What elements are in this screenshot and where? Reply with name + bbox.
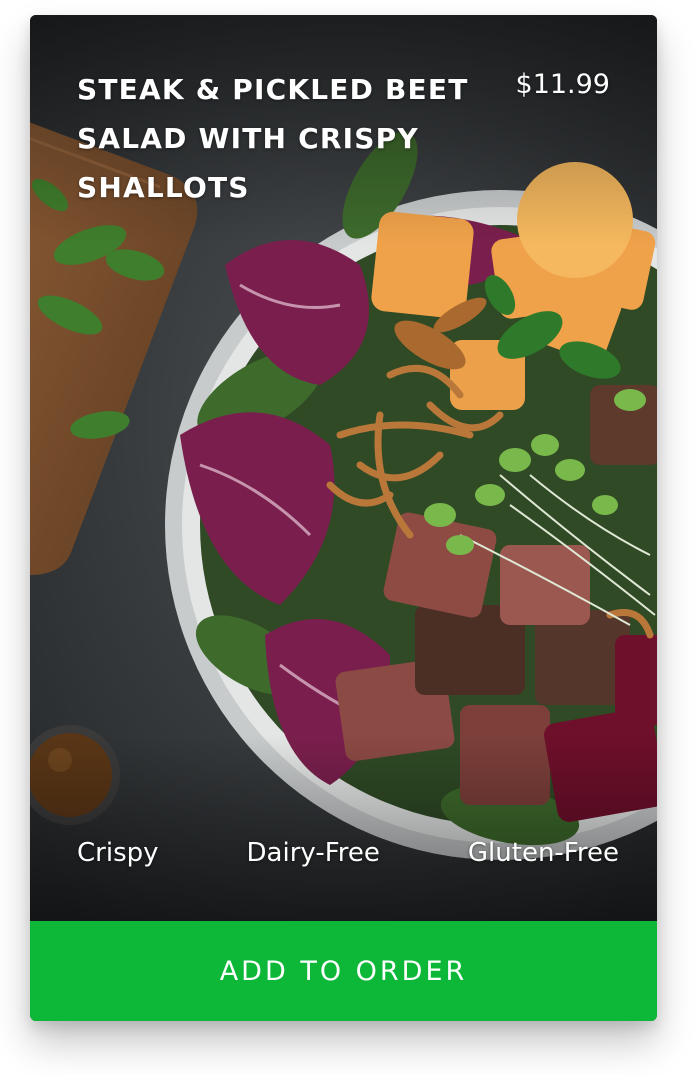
add-to-order-button[interactable]: ADD TO ORDER <box>30 921 657 1021</box>
tag-gluten-free: Gluten-Free <box>467 838 619 868</box>
dietary-tags: Crispy Dairy-Free Gluten-Free <box>77 835 619 871</box>
item-title: STEAK & PICKLED BEET SALAD WITH CRISPY S… <box>77 73 469 204</box>
menu-item-card[interactable]: STEAK & PICKLED BEET SALAD WITH CRISPY S… <box>30 15 657 1021</box>
item-price: $11.99 <box>515 69 610 100</box>
tag-crispy: Crispy <box>77 838 159 868</box>
tag-dairy-free: Dairy-Free <box>246 838 380 868</box>
salad-photo: STEAK & PICKLED BEET SALAD WITH CRISPY S… <box>30 15 657 921</box>
